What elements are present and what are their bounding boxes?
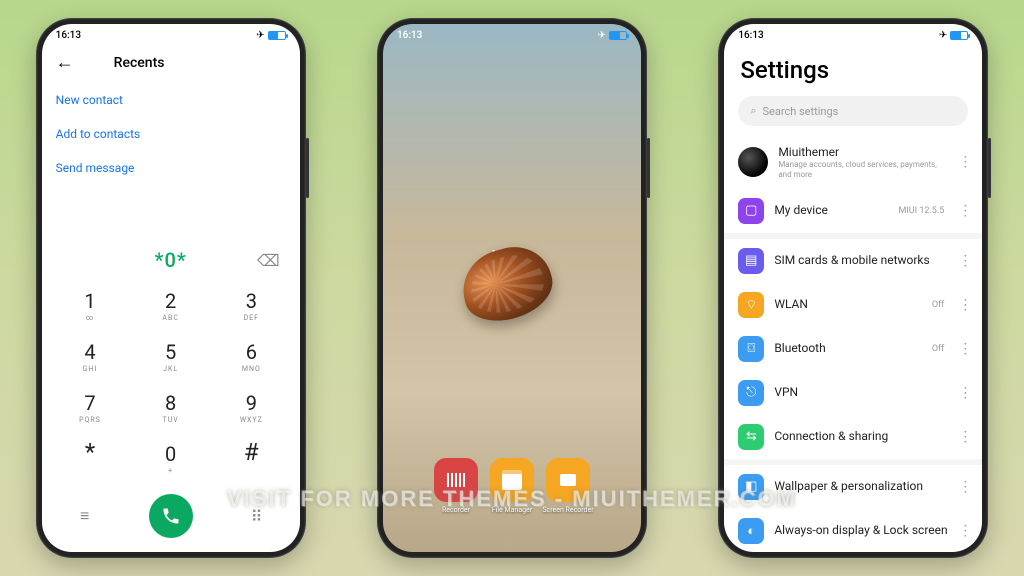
backspace-button[interactable]: ⌫ (257, 251, 280, 270)
page-title: Recents (114, 55, 165, 71)
key-8[interactable]: 8TUV (130, 382, 211, 433)
battery-icon (950, 31, 968, 40)
key-5[interactable]: 5JKL (130, 331, 211, 382)
statusbar: 16:13 ✈ (724, 24, 982, 46)
settings-item-connection-sharing[interactable]: ⇆Connection & sharing⋮ (724, 415, 982, 459)
phone-settings: 16:13 ✈ Settings ⌕ Search settings Miuit… (718, 18, 988, 558)
app-recorder[interactable]: Recorder (434, 458, 478, 502)
settings-icon: ◐ (738, 518, 764, 544)
more-icon[interactable]: ⋮ (958, 297, 968, 313)
settings-icon: ▢ (738, 198, 764, 224)
status-time: 16:13 (56, 30, 81, 41)
search-icon: ⌕ (750, 104, 756, 118)
more-icon[interactable]: ⋮ (958, 253, 968, 269)
account-name: Miuithemer (778, 145, 948, 159)
link-add-contacts[interactable]: Add to contacts (56, 117, 286, 151)
phone-homescreen: 16:13 ✈ Mi RecorderFile ManagerScreen Re… (377, 18, 647, 558)
battery-icon (268, 31, 286, 40)
key-9[interactable]: 9WXYZ (211, 382, 292, 433)
key-6[interactable]: 6MNO (211, 331, 292, 382)
dialed-number: *0* (155, 248, 187, 272)
settings-icon: ▤ (738, 248, 764, 274)
wallpaper-shell (462, 249, 562, 329)
key-3[interactable]: 3DEF (211, 280, 292, 331)
more-icon[interactable]: ⋮ (958, 341, 968, 357)
key-2[interactable]: 2ABC (130, 280, 211, 331)
key-0[interactable]: 0+ (130, 433, 211, 484)
status-time: 16:13 (738, 30, 763, 41)
search-placeholder: Search settings (762, 105, 838, 118)
account-desc: Manage accounts, cloud services, payment… (778, 160, 948, 179)
phone-dialer: 16:13 ✈ ← Recents New contact Add to con… (36, 18, 306, 558)
more-icon[interactable]: ⋮ (958, 203, 968, 219)
settings-item-always-on-display-lock-screen[interactable]: ◐Always-on display & Lock screen⋮ (724, 509, 982, 552)
call-button[interactable] (149, 494, 193, 538)
settings-icon: ⌔ (738, 292, 764, 318)
phone-icon (161, 506, 181, 526)
battery-icon (609, 31, 627, 40)
key-*[interactable]: * (50, 433, 131, 484)
settings-icon: ⇆ (738, 424, 764, 450)
settings-item-wallpaper-personalization[interactable]: ◧Wallpaper & personalization⋮ (724, 459, 982, 509)
link-new-contact[interactable]: New contact (56, 83, 286, 117)
airplane-icon: ✈ (939, 30, 947, 41)
settings-icon: ◧ (738, 474, 764, 500)
keypad: 1∞2ABC3DEF 4GHI5JKL6MNO 7PQRS8TUV9WXYZ *0+# (42, 280, 300, 484)
more-icon[interactable]: ⋮ (958, 154, 968, 170)
dialpad-toggle[interactable]: ⠿ (235, 507, 279, 526)
page-title: Settings (724, 46, 982, 96)
settings-icon: ⎋ (738, 380, 764, 406)
statusbar: 16:13 ✈ (42, 24, 300, 46)
app-screen-recorder[interactable]: Screen Recorder (546, 458, 590, 502)
link-send-message[interactable]: Send message (56, 151, 286, 185)
airplane-icon: ✈ (598, 30, 606, 41)
settings-item-vpn[interactable]: ⎋VPN⋮ (724, 371, 982, 415)
settings-icon: ⌼ (738, 336, 764, 362)
key-#[interactable]: # (211, 433, 292, 484)
app-file-manager[interactable]: File Manager (490, 458, 534, 502)
more-icon[interactable]: ⋮ (958, 429, 968, 445)
statusbar: 16:13 ✈ (383, 24, 641, 46)
menu-button[interactable]: ≡ (63, 506, 107, 526)
settings-item-my-device[interactable]: ▢My deviceMIUI 12.5.5⋮ (724, 189, 982, 233)
airplane-icon: ✈ (256, 30, 264, 41)
settings-item-wlan[interactable]: ⌔WLANOff⋮ (724, 283, 982, 327)
search-input[interactable]: ⌕ Search settings (738, 96, 968, 126)
more-icon[interactable]: ⋮ (958, 479, 968, 495)
avatar (738, 147, 768, 177)
key-4[interactable]: 4GHI (50, 331, 131, 382)
key-1[interactable]: 1∞ (50, 280, 131, 331)
more-icon[interactable]: ⋮ (958, 385, 968, 401)
key-7[interactable]: 7PQRS (50, 382, 131, 433)
settings-item-bluetooth[interactable]: ⌼BluetoothOff⋮ (724, 327, 982, 371)
more-icon[interactable]: ⋮ (958, 523, 968, 539)
account-item[interactable]: Miuithemer Manage accounts, cloud servic… (724, 136, 982, 189)
back-button[interactable]: ← (56, 52, 74, 73)
app-dock: Recorder File Manager Screen Recorder (434, 458, 590, 502)
settings-item-sim-cards-mobile-networks[interactable]: ▤SIM cards & mobile networks⋮ (724, 233, 982, 283)
status-time: 16:13 (397, 30, 422, 41)
